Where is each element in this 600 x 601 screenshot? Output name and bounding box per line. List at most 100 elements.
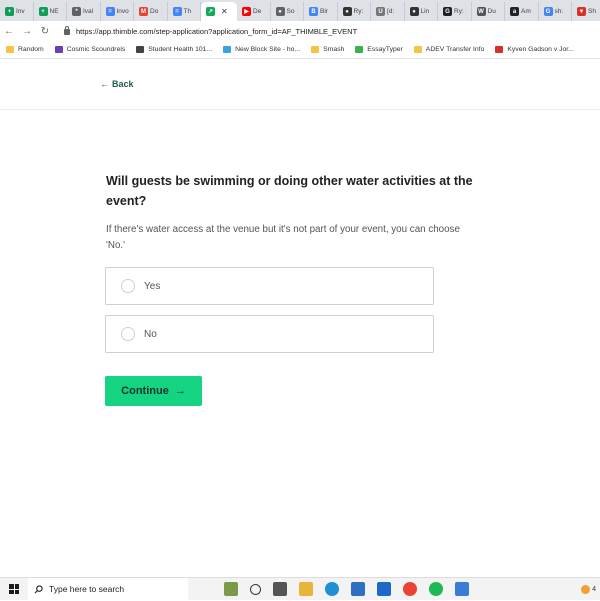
- option-no[interactable]: No: [105, 315, 434, 353]
- close-tab-icon[interactable]: ✕: [221, 7, 228, 16]
- bookmark-icon: [495, 46, 504, 53]
- bookmark-label: Random: [18, 46, 44, 53]
- tab-favicon-icon: =: [172, 7, 182, 16]
- bookmark-item[interactable]: New Block Site - ho...: [223, 46, 300, 53]
- store-icon[interactable]: [351, 582, 365, 596]
- tab-active[interactable]: ↗ ✕: [201, 2, 237, 21]
- arrow-left-icon: ←: [100, 79, 109, 89]
- radio-icon[interactable]: [121, 327, 135, 341]
- task-view-icon[interactable]: [273, 582, 287, 596]
- lock-icon: [64, 26, 70, 35]
- bookmark-label: Kyven Gadson v Jor...: [507, 46, 574, 53]
- tab-label: Lin: [420, 8, 430, 15]
- tab-label: Invo: [116, 8, 129, 15]
- continue-button[interactable]: Continue →: [105, 376, 202, 406]
- arrow-right-icon: →: [174, 385, 186, 397]
- browser-tab[interactable]: a Am: [505, 2, 539, 21]
- tab-favicon-icon: G: [443, 7, 452, 16]
- chrome-icon[interactable]: [403, 582, 417, 596]
- tab-favicon-icon: ●: [275, 7, 285, 16]
- tab-favicon-icon: a: [510, 7, 519, 16]
- bookmark-item[interactable]: Kyven Gadson v Jor...: [495, 46, 574, 53]
- mail-icon[interactable]: [377, 582, 391, 596]
- browser-tab[interactable]: = Th: [168, 2, 201, 21]
- bookmark-icon: [54, 46, 63, 53]
- bookmarks-bar: Random Cosmic Scoundrels Student Health 10…: [0, 41, 600, 59]
- photos-icon[interactable]: [455, 582, 469, 596]
- browser-tab[interactable]: M Do: [134, 2, 168, 21]
- back-nav-icon[interactable]: ←: [0, 26, 18, 37]
- tab-favicon-icon: U: [376, 7, 385, 16]
- browser-tab[interactable]: Gsh:: [539, 2, 572, 21]
- bookmark-icon: [223, 46, 232, 53]
- browser-tab[interactable]: + NE: [34, 2, 67, 21]
- option-yes[interactable]: Yes: [105, 267, 434, 305]
- taskbar-search[interactable]: Type here to search: [28, 577, 188, 601]
- weather-icon[interactable]: [224, 582, 238, 596]
- tab-label: Bir: [320, 8, 328, 15]
- browser-tab[interactable]: ▶ De: [237, 2, 271, 21]
- back-label: Back: [112, 79, 134, 89]
- tab-label: Do: [150, 8, 159, 15]
- system-tray[interactable]: 4: [581, 584, 596, 594]
- browser-toolbar: ← → ↻ https://app.thimble.com/step-appli…: [0, 21, 600, 41]
- tab-favicon-icon: ▼: [577, 7, 586, 16]
- browser-tab[interactable]: + Inv: [0, 2, 34, 21]
- browser-tab[interactable]: ● So: [271, 2, 304, 21]
- browser-tab[interactable]: B Bir: [304, 2, 338, 21]
- browser-tab[interactable]: U [d:: [371, 2, 405, 21]
- option-label: No: [144, 328, 157, 340]
- start-button[interactable]: [0, 578, 28, 601]
- browser-tab[interactable]: = Invo: [101, 2, 134, 21]
- question-heading: Will guests be swimming or doing other w…: [106, 174, 473, 208]
- bookmark-label: ADEV Transfer Info: [425, 46, 485, 53]
- browser-tab[interactable]: W Du: [472, 2, 505, 21]
- browser-tab[interactable]: ● Lin: [405, 2, 438, 21]
- bookmark-item[interactable]: ADEV Transfer Info: [413, 46, 485, 53]
- cortana-icon[interactable]: [250, 583, 261, 595]
- search-icon: [34, 584, 43, 593]
- browser-tab[interactable]: * Ival: [67, 2, 101, 21]
- browser-tab[interactable]: ▼ Sh: [572, 2, 600, 21]
- tab-label: Ival: [83, 8, 94, 15]
- url-text: https://app.thimble.com/step-application…: [76, 26, 358, 36]
- bookmark-label: Cosmic Scoundrels: [66, 46, 126, 53]
- tab-favicon-icon: ●: [342, 7, 352, 16]
- reload-icon[interactable]: ↻: [36, 26, 54, 37]
- tab-label: NE: [49, 8, 59, 15]
- tab-label: Ry:: [454, 8, 464, 15]
- tab-label: [d:: [387, 8, 395, 15]
- bookmark-icon: [6, 46, 14, 53]
- tab-favicon-icon: M: [139, 7, 148, 16]
- tab-favicon-icon: ↗: [206, 7, 215, 16]
- tab-favicon-icon: ●: [409, 7, 419, 16]
- bookmark-item[interactable]: Random: [6, 46, 44, 53]
- tab-label: So: [286, 8, 295, 15]
- spotify-icon[interactable]: [429, 582, 443, 596]
- bookmark-item[interactable]: Smash: [311, 46, 344, 53]
- bookmark-label: EssayTyper: [367, 46, 403, 53]
- browser-tab[interactable]: G Ry:: [438, 2, 472, 21]
- tab-label: Ry:: [353, 8, 364, 15]
- continue-label: Continue: [121, 385, 169, 397]
- tab-label: De: [253, 8, 262, 15]
- radio-icon[interactable]: [121, 279, 135, 293]
- bookmark-icon: [413, 46, 422, 53]
- browser-tab[interactable]: ● Ry:: [338, 2, 371, 21]
- file-explorer-icon[interactable]: [299, 582, 313, 596]
- question-hint: If there's water access at the venue but…: [106, 224, 460, 251]
- tab-favicon-icon: +: [5, 7, 14, 16]
- tab-favicon-icon: W: [476, 7, 486, 16]
- forward-nav-icon[interactable]: →: [18, 26, 36, 37]
- bookmark-item[interactable]: Student Health 101...: [136, 46, 212, 53]
- address-bar[interactable]: https://app.thimble.com/step-application…: [60, 23, 600, 39]
- edge-icon[interactable]: [325, 582, 339, 596]
- tab-strip: + Inv + NE * Ival = Invo M Do = Th ↗ ✕ ▶ De ● So B Bir ● Ry: U…: [0, 0, 600, 21]
- bookmark-item[interactable]: EssayTyper: [355, 46, 403, 53]
- tab-favicon-icon: B: [309, 7, 318, 16]
- tray-text: 4: [592, 585, 596, 593]
- back-link[interactable]: ← Back: [100, 79, 134, 89]
- tab-favicon-icon: =: [105, 7, 115, 16]
- bookmark-item[interactable]: Cosmic Scoundrels: [54, 46, 126, 53]
- tab-label: sh:: [554, 8, 564, 15]
